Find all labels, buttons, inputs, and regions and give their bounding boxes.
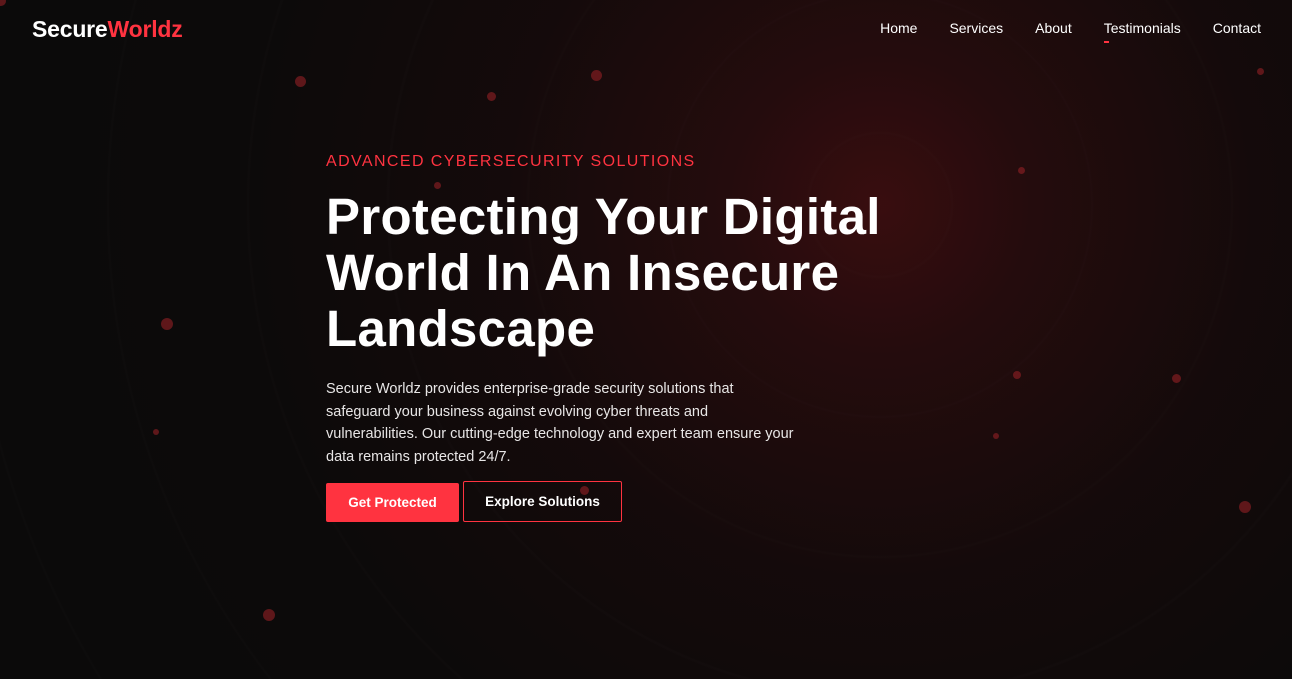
nav-link-home[interactable]: Home: [880, 19, 917, 37]
background-particle: [161, 318, 173, 330]
hero-eyebrow: ADVANCED CYBERSECURITY SOLUTIONS: [326, 153, 696, 170]
nav-link-services[interactable]: Services: [949, 19, 1003, 37]
background-particle: [1257, 68, 1264, 75]
brand-name-accent: Worldz: [107, 16, 183, 42]
get-protected-button[interactable]: Get Protected: [326, 483, 459, 522]
background-particle: [993, 433, 999, 439]
top-navbar: SecureWorldz Home Services About Testimo…: [0, 0, 1292, 58]
background-particle: [1239, 501, 1251, 513]
brand-logo[interactable]: SecureWorldz: [32, 15, 183, 43]
background-particle: [1013, 371, 1021, 379]
background-particle: [153, 429, 159, 435]
background-particle: [487, 92, 496, 101]
hero-actions: Get Protected Explore Solutions: [326, 481, 622, 522]
background-particle: [1172, 374, 1181, 383]
brand-name-primary: Secure: [32, 16, 108, 42]
nav-link-testimonials[interactable]: Testimonials: [1103, 19, 1181, 43]
explore-solutions-button[interactable]: Explore Solutions: [463, 481, 622, 522]
background-particle: [591, 70, 602, 81]
background-particle: [263, 609, 275, 621]
main-navigation: Home Services About Testimonials Contact: [880, 19, 1261, 43]
landing-page: { "brand": { "name_part1": "Secure", "na…: [0, 0, 1292, 679]
background-particle: [1018, 167, 1025, 174]
nav-link-contact[interactable]: Contact: [1213, 19, 1261, 37]
hero-section: ADVANCED CYBERSECURITY SOLUTIONS Protect…: [326, 152, 946, 522]
nav-link-about[interactable]: About: [1035, 19, 1072, 37]
hero-headline: Protecting Your Digital World In An Inse…: [326, 188, 881, 357]
background-particle: [295, 76, 306, 87]
hero-description: Secure Worldz provides enterprise-grade …: [326, 381, 794, 465]
